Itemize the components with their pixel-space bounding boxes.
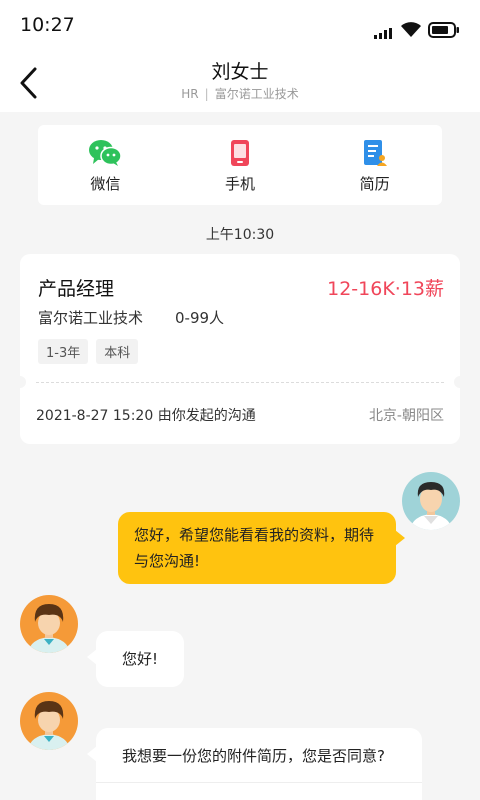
message-text-line1: 您好，希望您能看看我的资料，期待 — [134, 526, 375, 544]
job-card[interactable]: 产品经理 12-16K·13薪 富尔诺工业技术 0-99人 1-3年 本科 20… — [14, 254, 466, 444]
subtitle-separator: | — [204, 87, 209, 101]
message-text: 您好! — [122, 650, 159, 668]
job-company-size: 0-99人 — [175, 309, 225, 327]
bubble-tail — [87, 649, 97, 665]
quick-actions: 微信 手机 简历 — [38, 125, 442, 205]
resume-label: 简历 — [359, 175, 390, 193]
tag-education: 本科 — [96, 339, 139, 364]
card-notch-left — [14, 376, 26, 388]
page-title: 刘女士 — [211, 61, 269, 83]
hr-avatar-icon — [20, 595, 78, 653]
tag-experience: 1-3年 — [38, 339, 89, 364]
contact-subtitle: HR | 富尔诺工业技术 — [0, 85, 480, 102]
phone-icon — [231, 140, 249, 166]
hr-avatar[interactable] — [20, 595, 78, 653]
wifi-icon — [401, 22, 421, 37]
wechat-label: 微信 — [90, 175, 121, 193]
contact-company: 富尔诺工业技术 — [214, 87, 299, 101]
message-bubble-incoming[interactable]: 我想要一份您的附件简历，您是否同意? — [87, 728, 422, 800]
wechat-button[interactable]: 微信 — [38, 125, 173, 205]
bubble-tail — [395, 530, 405, 546]
my-avatar[interactable] — [402, 472, 460, 530]
nav-bar: 刘女士 HR | 富尔诺工业技术 — [0, 50, 480, 112]
job-location: 北京-朝阳区 — [368, 408, 444, 424]
man-avatar-icon — [402, 472, 460, 530]
bubble-divider — [96, 782, 422, 783]
status-bar: 10:27 — [0, 0, 480, 50]
job-tags: 1-3年 本科 — [38, 339, 139, 364]
job-title: 产品经理 — [38, 278, 115, 300]
card-divider — [36, 382, 444, 383]
message-text: 我想要一份您的附件简历，您是否同意? — [122, 747, 385, 765]
message-bubble-incoming[interactable]: 您好! — [87, 631, 184, 687]
conversation-info: 2021-8-27 15:20 由你发起的沟通 — [36, 408, 256, 424]
hr-avatar[interactable] — [20, 692, 78, 750]
battery-icon — [428, 22, 459, 38]
job-salary: 12-16K·13薪 — [327, 278, 444, 300]
phone-label: 手机 — [225, 175, 256, 193]
bubble-tail — [87, 746, 97, 762]
resume-icon — [363, 140, 387, 166]
chat-timestamp: 上午10:30 — [205, 227, 275, 243]
job-company: 富尔诺工业技术 — [38, 309, 144, 327]
card-notch-right — [454, 376, 466, 388]
message-text-line2: 与您沟通! — [134, 552, 201, 570]
hr-avatar-icon — [20, 692, 78, 750]
phone-button[interactable]: 手机 — [173, 125, 308, 205]
message-bubble-outgoing[interactable]: 您好，希望您能看看我的资料，期待 与您沟通! — [118, 512, 405, 584]
contact-role: HR — [181, 87, 199, 101]
signal-icon — [374, 28, 392, 39]
status-time: 10:27 — [20, 14, 75, 36]
wechat-icon — [89, 140, 123, 166]
resume-button[interactable]: 简历 — [307, 125, 442, 205]
